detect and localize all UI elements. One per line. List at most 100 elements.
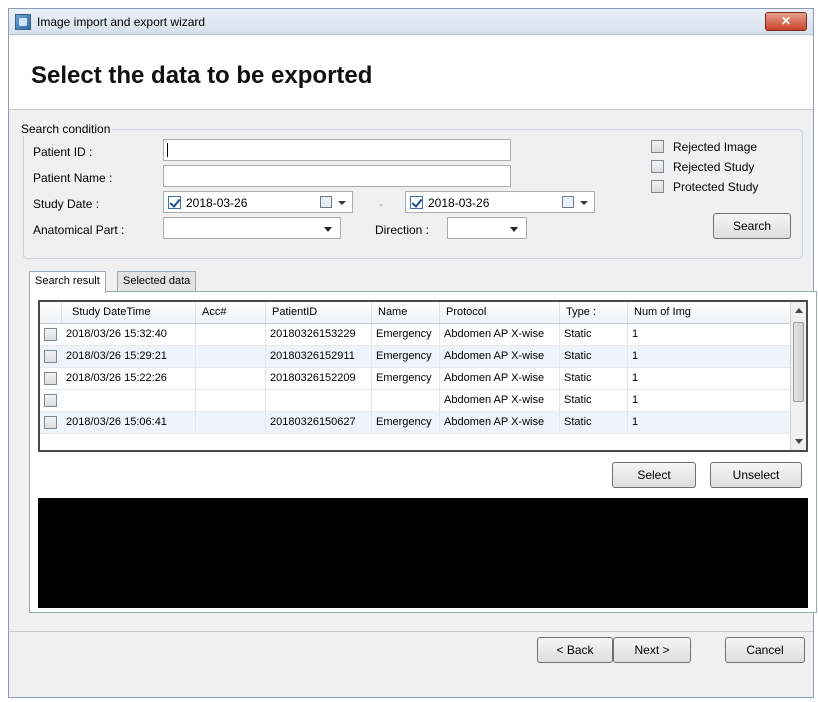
calendar-icon[interactable] — [562, 196, 574, 208]
patient-name-input[interactable] — [163, 165, 511, 187]
select-button[interactable]: Select — [612, 462, 696, 488]
table-row[interactable]: 2018/03/26 15:29:21 20180326152911 Emerg… — [40, 346, 792, 368]
cell-protocol: Abdomen AP X-wise — [440, 324, 560, 345]
title-bar: Image import and export wizard ✕ — [9, 9, 813, 35]
protected-study-label: Protected Study — [673, 180, 759, 194]
cell-type: Static — [560, 324, 628, 345]
chevron-down-icon — [510, 227, 518, 232]
rejected-study-checkbox[interactable] — [651, 160, 664, 173]
study-date-to-picker[interactable]: 2018-03-26 — [405, 191, 595, 213]
chevron-down-icon[interactable] — [338, 201, 346, 205]
column-header[interactable]: PatientID — [266, 302, 372, 323]
cell-type: Static — [560, 346, 628, 367]
row-checkbox[interactable] — [44, 328, 57, 341]
rejected-study-label: Rejected Study — [673, 160, 755, 174]
cell-name — [372, 390, 440, 411]
search-result-panel: Study DateTime Acc# PatientID Name Proto… — [29, 291, 817, 613]
cell-study-datetime: 2018/03/26 15:32:40 — [62, 324, 196, 345]
cell-patient-id: 20180326153229 — [266, 324, 372, 345]
scroll-down-icon[interactable] — [795, 439, 803, 444]
date-to-checkbox[interactable] — [410, 196, 423, 209]
table-row[interactable]: 2018/03/26 15:32:40 20180326153229 Emerg… — [40, 324, 792, 346]
window-title: Image import and export wizard — [37, 15, 206, 29]
cell-type: Static — [560, 368, 628, 389]
cell-acc — [196, 390, 266, 411]
search-button[interactable]: Search — [713, 213, 791, 239]
cell-num-img: 1 — [628, 390, 792, 411]
calendar-icon[interactable] — [320, 196, 332, 208]
image-preview-area — [38, 498, 808, 608]
cell-patient-id — [266, 390, 372, 411]
chevron-down-icon[interactable] — [580, 201, 588, 205]
wizard-window: Image import and export wizard ✕ Select … — [8, 8, 817, 698]
column-header[interactable]: Type : — [560, 302, 628, 323]
header-select-cell — [40, 302, 62, 323]
tab-search-result[interactable]: Search result — [29, 271, 106, 293]
date-from-value: 2018-03-26 — [186, 196, 248, 210]
cancel-button[interactable]: Cancel — [725, 637, 805, 663]
cell-type: Static — [560, 412, 628, 433]
cell-protocol: Abdomen AP X-wise — [440, 368, 560, 389]
column-header[interactable]: Name — [372, 302, 440, 323]
cell-study-datetime: 2018/03/26 15:29:21 — [62, 346, 196, 367]
column-header[interactable]: Study DateTime — [62, 302, 196, 323]
cell-protocol: Abdomen AP X-wise — [440, 346, 560, 367]
date-from-checkbox[interactable] — [168, 196, 181, 209]
cell-protocol: Abdomen AP X-wise — [440, 390, 560, 411]
patient-name-label: Patient Name : — [33, 171, 113, 185]
row-checkbox[interactable] — [44, 372, 57, 385]
scroll-up-icon[interactable] — [795, 308, 803, 313]
column-header[interactable]: Acc# — [196, 302, 266, 323]
cell-name: Emergency — [372, 368, 440, 389]
anatomical-part-label: Anatomical Part : — [33, 223, 125, 237]
header-panel: Select the data to be exported — [9, 36, 813, 110]
cell-num-img: 1 — [628, 324, 792, 345]
row-checkbox[interactable] — [44, 394, 57, 407]
cell-study-datetime: 2018/03/26 15:06:41 — [62, 412, 196, 433]
direction-select[interactable] — [447, 217, 527, 239]
close-button[interactable]: ✕ — [765, 12, 807, 31]
unselect-button[interactable]: Unselect — [710, 462, 802, 488]
cell-name: Emergency — [372, 324, 440, 345]
rejected-image-label: Rejected Image — [673, 140, 758, 154]
cell-patient-id: 20180326152209 — [266, 368, 372, 389]
protected-study-checkbox[interactable] — [651, 180, 664, 193]
rejected-image-checkbox[interactable] — [651, 140, 664, 153]
cell-num-img: 1 — [628, 368, 792, 389]
cell-acc — [196, 368, 266, 389]
result-table: Study DateTime Acc# PatientID Name Proto… — [38, 300, 808, 452]
direction-label: Direction : — [375, 223, 430, 237]
cell-protocol: Abdomen AP X-wise — [440, 412, 560, 433]
date-to-value: 2018-03-26 — [428, 196, 490, 210]
next-button[interactable]: Next > — [613, 637, 691, 663]
column-header[interactable]: Protocol — [440, 302, 560, 323]
study-date-from-picker[interactable]: 2018-03-26 — [163, 191, 353, 213]
study-date-label: Study Date : — [33, 197, 100, 211]
page-title: Select the data to be exported — [31, 62, 373, 89]
chevron-down-icon — [324, 227, 332, 232]
cell-patient-id: 20180326152911 — [266, 346, 372, 367]
column-header[interactable]: Num of Img — [628, 302, 792, 323]
cell-num-img: 1 — [628, 412, 792, 433]
cell-patient-id: 20180326150627 — [266, 412, 372, 433]
table-scrollbar[interactable] — [790, 302, 806, 450]
cell-acc — [196, 412, 266, 433]
table-header: Study DateTime Acc# PatientID Name Proto… — [40, 302, 792, 324]
table-row[interactable]: Abdomen AP X-wise Static 1 — [40, 390, 792, 412]
app-icon — [15, 14, 31, 30]
tab-selected-data[interactable]: Selected data — [117, 271, 197, 292]
scroll-thumb[interactable] — [793, 322, 804, 402]
cell-study-datetime: 2018/03/26 15:22:26 — [62, 368, 196, 389]
row-checkbox[interactable] — [44, 350, 57, 363]
anatomical-part-select[interactable] — [163, 217, 341, 239]
cell-name: Emergency — [372, 346, 440, 367]
cell-num-img: 1 — [628, 346, 792, 367]
table-row[interactable]: 2018/03/26 15:22:26 20180326152209 Emerg… — [40, 368, 792, 390]
patient-id-input[interactable] — [163, 139, 511, 161]
cell-study-datetime — [62, 390, 196, 411]
patient-id-label: Patient ID : — [33, 145, 93, 159]
table-row[interactable]: 2018/03/26 15:06:41 20180326150627 Emerg… — [40, 412, 792, 434]
back-button[interactable]: < Back — [537, 637, 613, 663]
row-checkbox[interactable] — [44, 416, 57, 429]
date-range-separator: - — [379, 197, 383, 211]
